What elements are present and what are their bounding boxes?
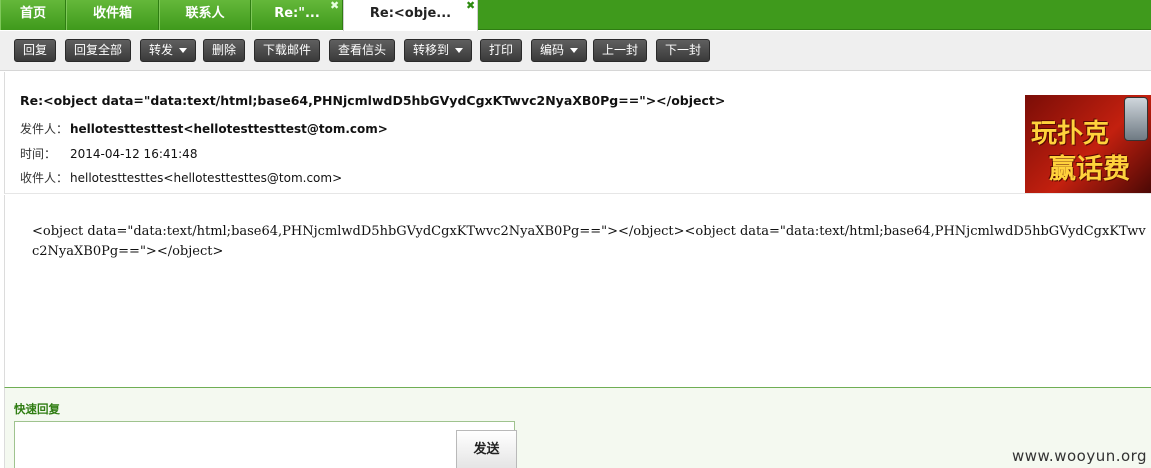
close-icon[interactable]: ✖ — [330, 0, 339, 11]
next-mail-button-label: 下一封 — [665, 43, 702, 57]
encoding-button[interactable]: 编码 — [531, 39, 588, 62]
reply-all-button-label: 回复全部 — [74, 43, 123, 57]
tab-inbox[interactable]: 收件箱 — [66, 0, 159, 30]
delete-button-label: 删除 — [212, 43, 237, 57]
close-icon[interactable]: ✖ — [466, 0, 475, 11]
chevron-down-icon — [570, 48, 579, 53]
prev-mail-button-label: 上一封 — [602, 43, 639, 57]
chevron-down-icon — [179, 48, 188, 53]
print-button-label: 打印 — [489, 43, 514, 57]
forward-button[interactable]: 转发 — [140, 39, 197, 62]
chevron-down-icon — [455, 48, 464, 53]
sender-row: 发件人： hellotesttesttest<hellotesttesttest@… — [20, 120, 388, 137]
download-mail-button[interactable]: 下载邮件 — [254, 39, 321, 62]
mail-header: Re:<object data="data:text/html;base64,P… — [4, 72, 1151, 194]
tab-reply-mail-1-label: Re:"... — [274, 6, 320, 21]
ad-line-1: 玩扑克 — [1031, 119, 1110, 149]
tab-reply-mail-1[interactable]: Re:"... ✖ — [251, 0, 343, 30]
encoding-button-label: 编码 — [540, 43, 565, 57]
prev-mail-button[interactable]: 上一封 — [593, 39, 648, 62]
quick-reply-title: 快速回复 — [14, 402, 60, 416]
quick-reply-input[interactable]: 发送 — [14, 421, 517, 468]
tab-reply-mail-2[interactable]: Re:<obje... ✖ — [343, 0, 478, 31]
watermark: www.wooyun.org — [1012, 447, 1148, 465]
tab-reply-mail-2-label: Re:<obje... — [369, 6, 452, 21]
reply-button[interactable]: 回复 — [14, 39, 57, 62]
tab-home[interactable]: 首页 — [0, 0, 66, 30]
next-mail-button[interactable]: 下一封 — [656, 39, 711, 62]
reply-button-label: 回复 — [23, 43, 48, 57]
quick-reply-panel: 快速回复 发送 — [4, 387, 1151, 468]
print-button[interactable]: 打印 — [480, 39, 523, 62]
view-header-button-label: 查看信头 — [338, 43, 387, 57]
tab-contacts[interactable]: 联系人 — [159, 0, 251, 30]
move-to-button-label: 转移到 — [413, 43, 450, 57]
delete-button[interactable]: 删除 — [203, 39, 246, 62]
reply-all-button[interactable]: 回复全部 — [65, 39, 132, 62]
mail-body: <object data="data:text/html;base64,PHNj… — [4, 195, 1151, 387]
time-value: 2014-04-12 16:41:48 — [70, 147, 198, 161]
recipient-value[interactable]: hellotesttesttes<hellotesttesttes@tom.co… — [70, 171, 342, 185]
mail-toolbar: 回复 回复全部 转发 删除 下载邮件 查看信头 转移到 打印 编码 上一封 下一… — [0, 31, 1151, 71]
sender-value[interactable]: hellotesttesttest<hellotesttesttest@tom.… — [70, 122, 388, 136]
tab-inbox-label: 收件箱 — [92, 6, 132, 21]
time-row: 时间： 2014-04-12 16:41:48 — [20, 145, 197, 162]
recipient-label: 收件人： — [20, 171, 69, 185]
time-label: 时间： — [20, 147, 57, 161]
forward-button-label: 转发 — [149, 43, 174, 57]
tab-home-label: 首页 — [19, 6, 46, 21]
tab-contacts-label: 联系人 — [185, 6, 225, 21]
ad-line-2: 赢话费 — [1049, 154, 1130, 185]
send-button[interactable]: 发送 — [456, 430, 517, 468]
tab-bar: 首页 收件箱 联系人 Re:"... ✖ Re:<obje... ✖ — [0, 0, 1151, 31]
ad-banner[interactable]: 玩扑克 赢话费 — [1025, 95, 1151, 193]
sender-label: 发件人： — [20, 122, 69, 136]
view-header-button[interactable]: 查看信头 — [329, 39, 396, 62]
mail-body-text: <object data="data:text/html;base64,PHNj… — [32, 224, 1146, 259]
phone-icon — [1124, 97, 1148, 141]
recipient-row: 收件人： hellotesttesttes<hellotesttesttes@to… — [20, 169, 342, 186]
mail-subject: Re:<object data="data:text/html;base64,P… — [20, 93, 726, 108]
download-mail-button-label: 下载邮件 — [263, 43, 312, 57]
move-to-button[interactable]: 转移到 — [404, 39, 473, 62]
